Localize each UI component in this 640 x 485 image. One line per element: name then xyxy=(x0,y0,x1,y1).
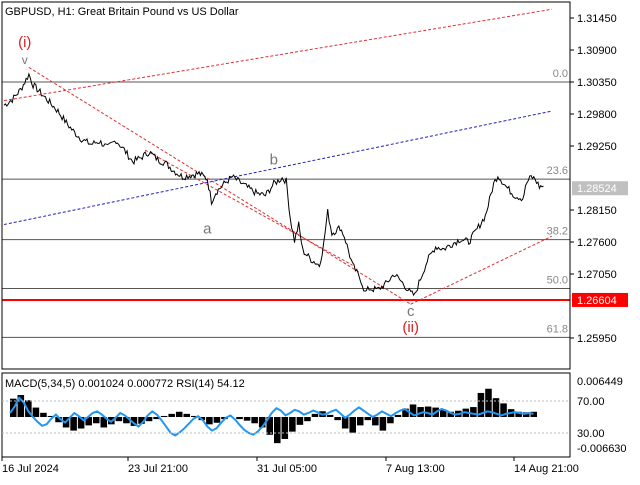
x-tick-label: 31 Jul 05:00 xyxy=(257,463,317,475)
macd-bar xyxy=(326,414,334,417)
macd-bar xyxy=(349,417,356,433)
macd-bar xyxy=(334,417,341,421)
macd-bar xyxy=(251,417,258,424)
y-tick-label: 1.30900 xyxy=(577,45,617,57)
macd-bar xyxy=(183,413,191,417)
y-tick-label: 1.30350 xyxy=(577,77,617,89)
macd-bar xyxy=(372,417,379,426)
wave-label: a xyxy=(203,220,212,237)
y-tick-label: 1.27050 xyxy=(577,269,617,281)
y-tick-label: 1.29250 xyxy=(577,141,617,153)
chart-title: GBPUSD, H1: Great Britain Pound vs US Do… xyxy=(5,6,239,18)
macd-bar xyxy=(40,412,47,417)
macd-bar xyxy=(175,411,183,417)
macd-bar xyxy=(379,417,387,431)
macd-bar xyxy=(243,417,251,421)
x-tick-label: 7 Aug 13:00 xyxy=(386,463,445,475)
macd-bar xyxy=(296,417,304,425)
current-price-label: 1.28524 xyxy=(577,183,617,195)
wave-label: (i) xyxy=(18,34,31,51)
macd-bar xyxy=(160,415,168,417)
indicator-title: MACD(5,34,5) 0.001024 0.000772 RSI(14) 5… xyxy=(5,378,245,390)
macd-bar xyxy=(394,414,402,417)
macd-bar xyxy=(311,413,319,417)
macd-bar xyxy=(289,417,296,432)
macd-bar xyxy=(206,417,213,425)
y-tick-label: 1.25950 xyxy=(577,333,617,345)
chart-root: 0.0 23.6 38.2 50.0 61.8 (i) a b c (ii) v 1.31450 1… xyxy=(0,0,640,480)
fib-label: 61.8 xyxy=(547,323,568,335)
macd-bar xyxy=(274,417,281,444)
y-tick-label: 1.31450 xyxy=(577,13,617,25)
x-tick-label: 23 Jul 21:00 xyxy=(128,463,188,475)
wave-label: (ii) xyxy=(402,319,419,336)
macd-bar xyxy=(213,417,221,423)
y-tick-label: 1.27600 xyxy=(577,237,617,249)
sub-tick-label: 70.00 xyxy=(577,396,605,408)
macd-bar xyxy=(168,413,175,417)
macd-bar xyxy=(281,417,289,439)
wave-label: b xyxy=(270,152,278,169)
wave-label: c xyxy=(407,303,415,320)
chart-svg: 0.0 23.6 38.2 50.0 61.8 (i) a b c(ii) v 1.31450 1… xyxy=(0,0,640,480)
macd-bar xyxy=(356,417,364,426)
wave-marker: v xyxy=(22,53,28,67)
macd-bar xyxy=(470,407,477,417)
x-tick-label: 16 Jul 2024 xyxy=(2,463,59,475)
macd-bar xyxy=(236,417,243,420)
fib-label: 23.6 xyxy=(547,165,568,177)
macd-bar xyxy=(32,407,40,417)
y-tick-label: 1.29800 xyxy=(577,109,617,121)
x-tick-label: 14 Aug 21:00 xyxy=(514,463,579,475)
support-price-label: 1.26604 xyxy=(577,295,617,307)
macd-bar xyxy=(364,417,372,421)
fib-label: 50.0 xyxy=(547,275,568,287)
sub-tick-label: 0.006449 xyxy=(577,376,623,388)
macd-bar xyxy=(387,417,394,424)
macd-bar xyxy=(70,417,77,431)
sub-tick-label: -0.006630 xyxy=(577,443,627,455)
y-tick-label: 1.28150 xyxy=(577,205,617,217)
sub-tick-label: 30.00 xyxy=(577,428,605,440)
macd-bar xyxy=(92,417,100,424)
fib-label: 0.0 xyxy=(553,68,568,80)
macd-bar xyxy=(304,417,311,422)
fib-label: 38.2 xyxy=(547,226,568,238)
